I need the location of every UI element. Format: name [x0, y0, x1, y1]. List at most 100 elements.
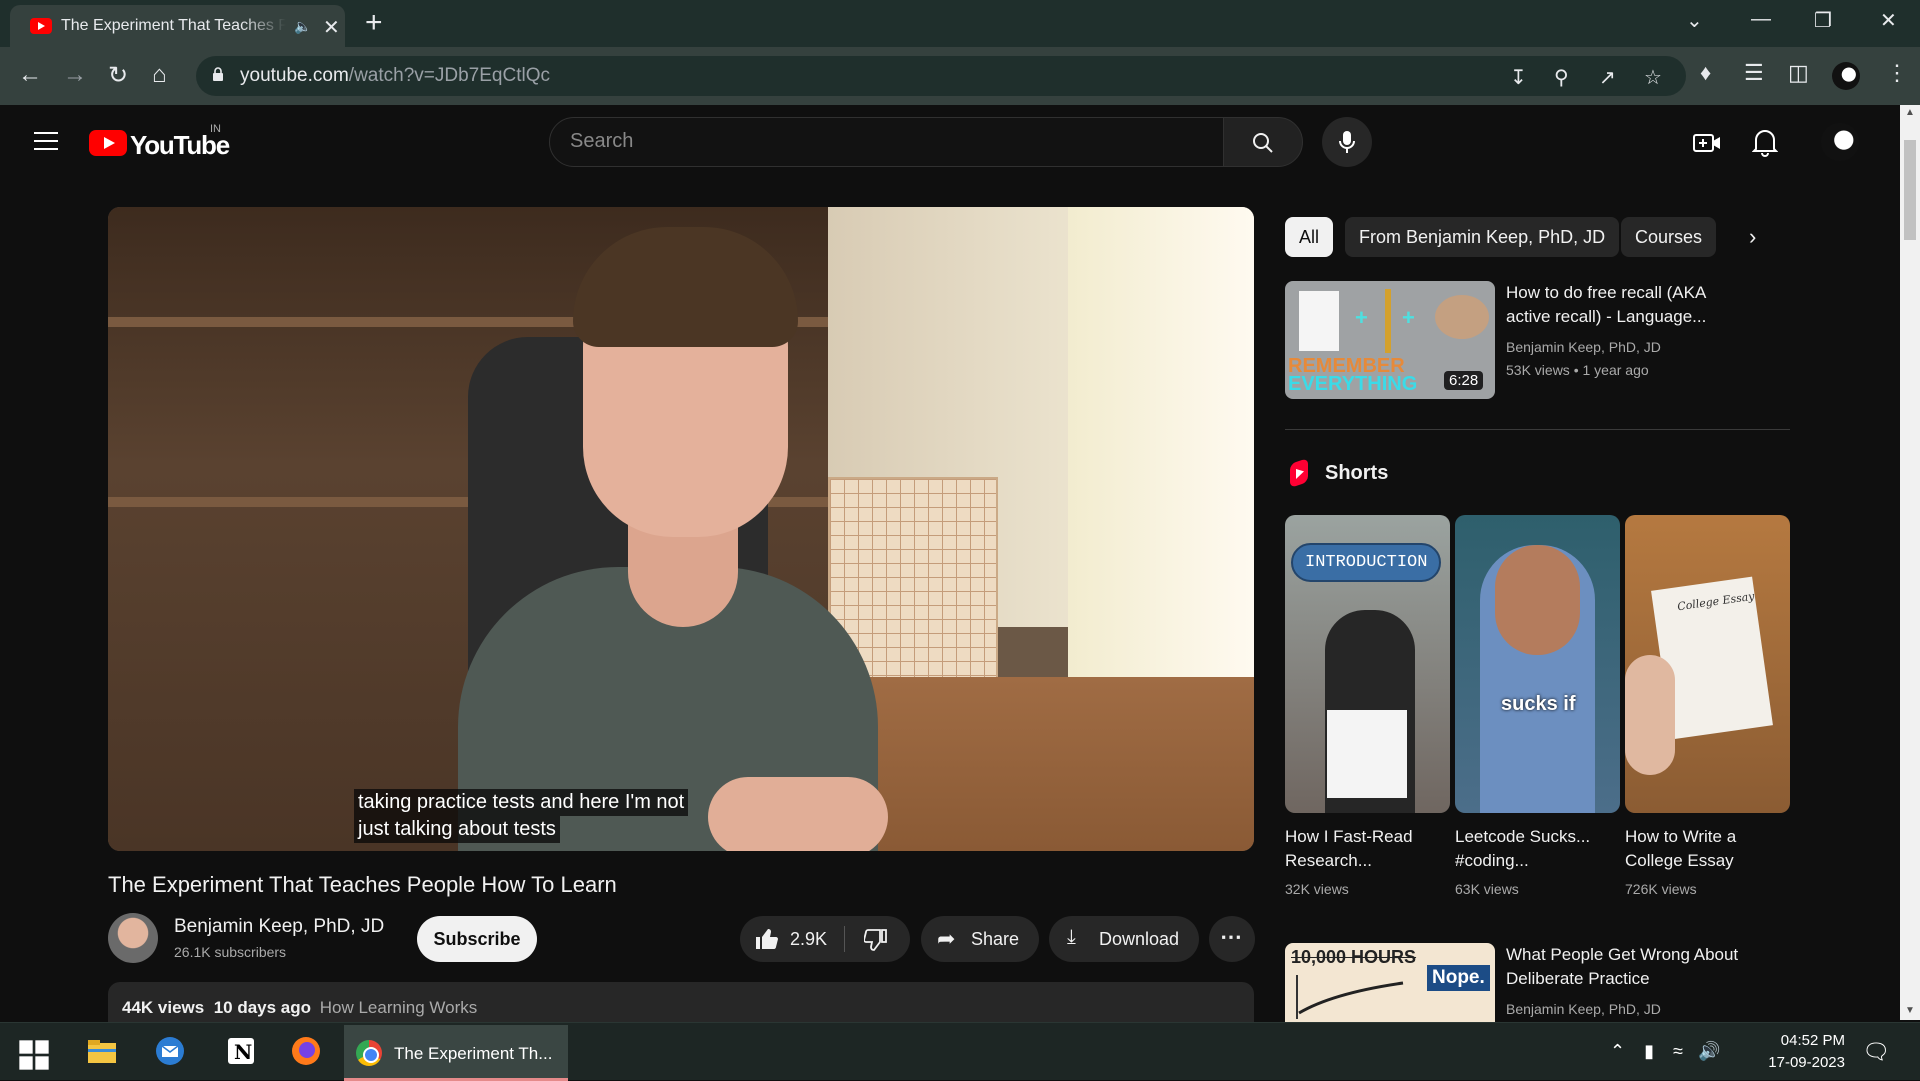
install-app-icon[interactable]: ↧ — [1510, 65, 1527, 90]
system-clock[interactable]: 04:52 PM 17-09-2023 — [1745, 1030, 1845, 1074]
account-avatar[interactable] — [1821, 123, 1859, 161]
download-icon: ⤓ — [1067, 926, 1076, 948]
side-panel-icon[interactable]: ◫ — [1788, 60, 1809, 86]
like-count[interactable]: 2.9K — [790, 929, 827, 950]
recommendation-title[interactable]: How to do free recall (AKA active recall… — [1506, 281, 1706, 329]
short-thumbnail[interactable]: College Essay — [1625, 515, 1790, 813]
recommendation-channel[interactable]: Benjamin Keep, PhD, JD — [1506, 339, 1661, 355]
view-count: 44K views — [122, 998, 205, 1017]
short-title[interactable]: How to Write a College Essay — [1625, 825, 1736, 873]
voice-search-button[interactable] — [1322, 117, 1372, 167]
chevron-right-icon[interactable]: › — [1749, 224, 1756, 250]
short-title[interactable]: Leetcode Sucks... #coding... — [1455, 825, 1590, 873]
short-title-line: How I Fast-Read — [1285, 827, 1413, 846]
forward-arrow-icon[interactable]: → — [63, 61, 87, 89]
recommendation-stats: 53K views • 1 year ago — [1506, 362, 1649, 378]
profile-avatar[interactable] — [1832, 62, 1860, 90]
video-player[interactable]: taking practice tests and here I'm not j… — [108, 207, 1254, 851]
volume-icon[interactable]: 🔊 — [1698, 1041, 1720, 1061]
reload-icon[interactable]: ↻ — [108, 61, 128, 90]
mail-app-icon[interactable] — [154, 1035, 186, 1067]
tab-title: The Experiment That Teaches People How T… — [61, 17, 286, 34]
battery-icon[interactable]: ▮ — [1644, 1041, 1654, 1061]
address-bar[interactable]: youtube.com/watch?v=JDb7EqCtlQc ↧ ⚲ ↗ ☆ — [196, 56, 1686, 96]
tab-search-chevron-icon[interactable]: ⌄ — [1686, 8, 1703, 33]
new-tab-button[interactable]: + — [365, 6, 383, 40]
chrome-menu-icon[interactable]: ⋮ — [1886, 60, 1908, 86]
video-title: The Experiment That Teaches People How T… — [108, 872, 617, 897]
thumbs-up-icon[interactable] — [754, 927, 778, 951]
share-arrow-icon: ➦ — [937, 926, 956, 951]
caption-line: taking practice tests and here I'm not — [354, 789, 689, 816]
audio-playing-icon[interactable]: 🔈 — [294, 18, 311, 35]
chip-courses[interactable]: Courses — [1621, 217, 1717, 257]
more-actions-button[interactable]: ⋯ — [1209, 916, 1255, 962]
video-thumbnail[interactable]: 10,000 HOURS Nope. — [1285, 943, 1495, 1022]
channel-name[interactable]: Benjamin Keep, PhD, JD — [174, 916, 384, 938]
short-thumbnail[interactable]: sucks if — [1455, 515, 1620, 813]
media-controls-icon[interactable]: ☰ — [1744, 60, 1764, 86]
thumbnail-pen-graphic — [1385, 289, 1391, 353]
search-button[interactable] — [1223, 117, 1303, 167]
recommendation-title-line: Deliberate Practice — [1506, 969, 1650, 988]
file-explorer-icon[interactable] — [86, 1035, 118, 1067]
short-views: 726K views — [1625, 881, 1697, 897]
search-input[interactable] — [570, 130, 1170, 153]
back-arrow-icon[interactable]: ← — [18, 61, 42, 89]
firefox-icon[interactable] — [290, 1035, 322, 1067]
guide-menu-icon[interactable] — [34, 132, 58, 150]
close-window-button[interactable]: ✕ — [1880, 8, 1897, 33]
browser-tab[interactable]: The Experiment That Teaches People How T… — [10, 5, 345, 47]
thumbnail-paper-graphic — [1299, 291, 1339, 351]
share-page-icon[interactable]: ↗ — [1599, 65, 1616, 90]
create-video-icon[interactable] — [1693, 132, 1721, 154]
restore-button[interactable]: ❐ — [1814, 8, 1832, 33]
scrollbar-thumb[interactable] — [1904, 140, 1916, 240]
minimize-button[interactable]: — — [1751, 8, 1771, 31]
short-title-line: Research... — [1285, 851, 1372, 870]
share-button[interactable]: ➦ Share — [921, 916, 1039, 962]
subscribe-button[interactable]: Subscribe — [417, 916, 537, 962]
zoom-icon[interactable]: ⚲ — [1554, 65, 1569, 90]
youtube-favicon-icon — [30, 18, 52, 34]
shorts-heading: Shorts — [1325, 462, 1389, 484]
chip-from-channel[interactable]: From Benjamin Keep, PhD, JD — [1345, 217, 1620, 257]
lock-icon[interactable] — [212, 66, 224, 82]
system-tray: ⌃ ▮ ≈ 🔊 — [1610, 1041, 1720, 1062]
url-text[interactable]: youtube.com/watch?v=JDb7EqCtlQc — [240, 65, 550, 87]
chip-all[interactable]: All — [1285, 217, 1334, 257]
notification-center-icon[interactable]: 🗨 — [1862, 1039, 1890, 1065]
thumbs-down-icon[interactable] — [864, 928, 888, 952]
scroll-up-arrow-icon[interactable]: ▲ — [1905, 107, 1915, 118]
search-box[interactable] — [549, 117, 1224, 167]
scroll-down-arrow-icon[interactable]: ▼ — [1905, 1005, 1915, 1016]
short-thumbnail-text: INTRODUCTION — [1291, 543, 1442, 582]
recommendation-title[interactable]: What People Get Wrong About Deliberate P… — [1506, 943, 1738, 991]
like-dislike-pill: 2.9K — [740, 916, 910, 962]
tab-close-icon[interactable]: ✕ — [323, 15, 340, 40]
notion-icon[interactable]: N — [225, 1035, 257, 1067]
channel-avatar[interactable] — [108, 913, 158, 963]
recommendation-channel[interactable]: Benjamin Keep, PhD, JD — [1506, 1001, 1661, 1017]
short-thumbnail[interactable]: INTRODUCTION — [1285, 515, 1450, 813]
short-title[interactable]: How I Fast-Read Research... — [1285, 825, 1413, 873]
svg-text:N: N — [234, 1040, 252, 1064]
thumbnail-text: Nope. — [1427, 965, 1490, 991]
taskbar-chrome-window[interactable]: The Experiment Th... — [344, 1025, 568, 1081]
like-divider — [844, 926, 845, 952]
home-icon[interactable]: ⌂ — [152, 61, 167, 89]
extensions-puzzle-icon[interactable]: ♦ — [1700, 60, 1711, 86]
clock-time: 04:52 PM — [1780, 1032, 1845, 1049]
wifi-icon[interactable]: ≈ — [1673, 1041, 1683, 1061]
page-scrollbar[interactable]: ▲ ▼ — [1900, 105, 1920, 1020]
short-views: 63K views — [1455, 881, 1519, 897]
thumbnail-text-line: EVERYTHING — [1288, 373, 1418, 395]
youtube-logo-icon[interactable] — [89, 130, 127, 156]
tray-chevron-up-icon[interactable]: ⌃ — [1610, 1041, 1625, 1061]
video-tag[interactable]: How Learning Works — [320, 998, 477, 1017]
windows-start-icon[interactable] — [18, 1039, 50, 1071]
download-button[interactable]: ⤓ Download — [1049, 916, 1199, 962]
bookmark-star-icon[interactable]: ☆ — [1644, 65, 1662, 90]
short-title-line: How to Write a — [1625, 827, 1737, 846]
notifications-bell-icon[interactable] — [1752, 127, 1778, 157]
